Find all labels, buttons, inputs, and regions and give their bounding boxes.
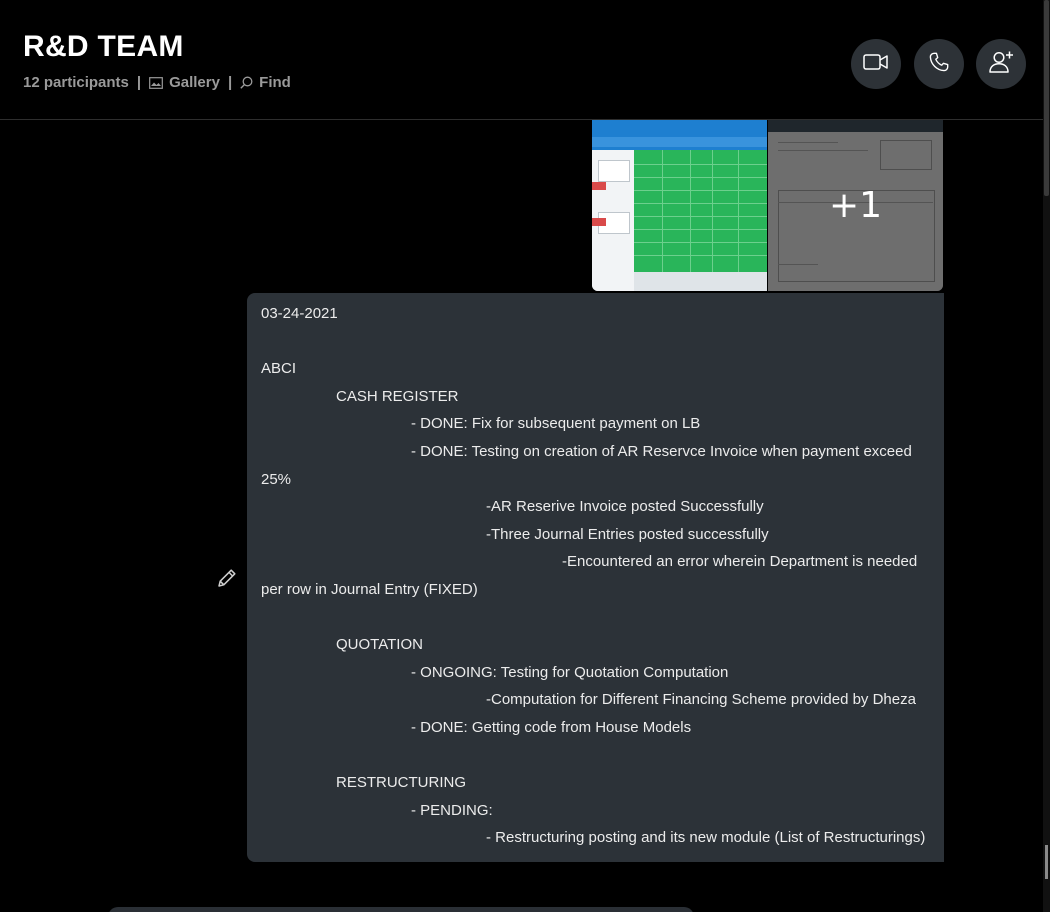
message-date: 03-24-2021	[261, 305, 338, 322]
section-title: QUOTATION	[336, 636, 423, 654]
task-subitem: -Computation for Different Financing Sch…	[486, 691, 916, 709]
message-bubble[interactable]: 03-24-2021 ABCI CASH REGISTER - DONE: Fi…	[247, 293, 944, 862]
task-subitem: -Encountered an error wherein Department…	[562, 553, 918, 571]
video-camera-icon	[863, 53, 889, 76]
task-item: - DONE: Getting code from House Models	[411, 718, 692, 736]
task-item: - DONE: Fix for subsequent payment on LB	[411, 415, 701, 433]
pencil-icon[interactable]	[216, 567, 238, 594]
next-message-peek	[108, 907, 694, 912]
attachment-thumbnail-more[interactable]: +1	[768, 120, 943, 291]
find-link[interactable]: Find	[240, 74, 291, 91]
more-images-count: +1	[828, 185, 883, 226]
section-title: RESTRUCTURING	[336, 774, 466, 792]
add-person-icon	[988, 50, 1014, 79]
find-label: Find	[259, 74, 291, 91]
gallery-link[interactable]: Gallery	[149, 74, 220, 91]
task-item: - ONGOING: Testing for Quotation Computa…	[411, 663, 729, 681]
scrollbar-thumb[interactable]	[1044, 0, 1049, 196]
section-title: CASH REGISTER	[336, 387, 459, 405]
chat-header: R&D TEAM 12 participants | Gallery | Fin…	[0, 0, 1043, 120]
phone-icon	[928, 51, 950, 78]
add-participant-button[interactable]	[976, 39, 1026, 89]
meta-separator: |	[136, 74, 142, 91]
task-subitem: - Restructuring posting and its new modu…	[486, 829, 926, 847]
gallery-label: Gallery	[169, 74, 220, 91]
image-attachments: +1	[592, 120, 943, 291]
task-subitem-wrap: per row in Journal Entry (FIXED)	[261, 580, 478, 598]
scrollbar[interactable]	[1043, 0, 1050, 912]
task-subitem: -AR Reserive Invoice posted Successfully	[486, 498, 764, 516]
company-name: ABCI	[261, 360, 297, 378]
message-text: 03-24-2021 ABCI CASH REGISTER - DONE: Fi…	[261, 293, 931, 852]
task-item: - PENDING:	[411, 801, 493, 819]
audio-call-button[interactable]	[914, 39, 964, 89]
gallery-icon	[149, 76, 163, 89]
chat-meta-bar: 12 participants | Gallery | Find	[23, 74, 291, 91]
scroll-position-marker	[1045, 845, 1048, 879]
task-item: - DONE: Testing on creation of AR Reserv…	[411, 442, 912, 460]
video-call-button[interactable]	[851, 39, 901, 89]
chat-window: R&D TEAM 12 participants | Gallery | Fin…	[0, 0, 1050, 912]
search-icon	[240, 76, 253, 89]
message-list[interactable]: +1 03-24-2021 ABCI CASH REGISTER - DONE:…	[0, 120, 1043, 912]
task-subitem: -Three Journal Entries posted successful…	[486, 525, 769, 543]
participants-count[interactable]: 12 participants	[23, 74, 129, 91]
chat-title[interactable]: R&D TEAM	[23, 30, 184, 64]
attachment-thumbnail[interactable]	[592, 120, 767, 291]
task-item-wrap: 25%	[261, 470, 292, 488]
meta-separator: |	[227, 74, 233, 91]
